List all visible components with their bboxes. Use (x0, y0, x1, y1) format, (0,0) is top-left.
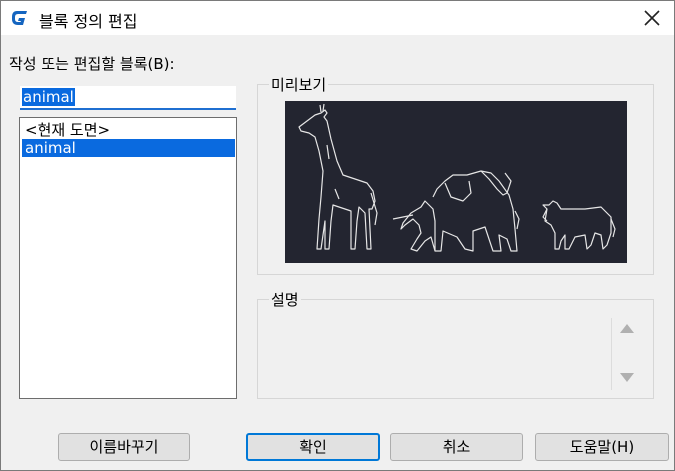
preview-label: 미리보기 (269, 74, 329, 95)
giraffe-drawing (298, 103, 378, 250)
block-preview-image (298, 103, 616, 252)
scroll-down-arrow-icon[interactable] (620, 373, 634, 382)
help-button[interactable]: 도움말(H) (535, 433, 669, 461)
preview-canvas (285, 101, 627, 263)
close-icon (644, 10, 660, 26)
list-item-current-drawing[interactable]: <현재 도면> (22, 121, 235, 139)
title-bar: 블록 정의 편집 (1, 1, 674, 35)
rename-button[interactable]: 이름바꾸기 (58, 433, 190, 461)
blocks-label: 작성 또는 편집할 블록(B): (9, 55, 175, 73)
block-name-value: animal (22, 88, 75, 106)
description-label: 설명 (269, 289, 301, 310)
list-item-animal[interactable]: animal (22, 139, 235, 157)
app-logo-icon (12, 11, 27, 25)
cow-drawing (542, 200, 616, 250)
window-title: 블록 정의 편집 (39, 12, 138, 31)
block-list[interactable]: <현재 도면> animal (19, 117, 237, 399)
elephant-drawing (392, 170, 520, 252)
scroll-up-arrow-icon[interactable] (620, 324, 634, 333)
close-button[interactable] (633, 2, 671, 34)
block-name-input[interactable]: animal (20, 86, 236, 110)
edit-block-definition-dialog: 블록 정의 편집 작성 또는 편집할 블록(B): animal <현재 도면>… (0, 0, 675, 471)
cancel-button[interactable]: 취소 (390, 433, 523, 461)
description-scrollbar[interactable] (611, 318, 642, 390)
description-field[interactable] (263, 313, 609, 393)
ok-button[interactable]: 확인 (246, 433, 380, 461)
